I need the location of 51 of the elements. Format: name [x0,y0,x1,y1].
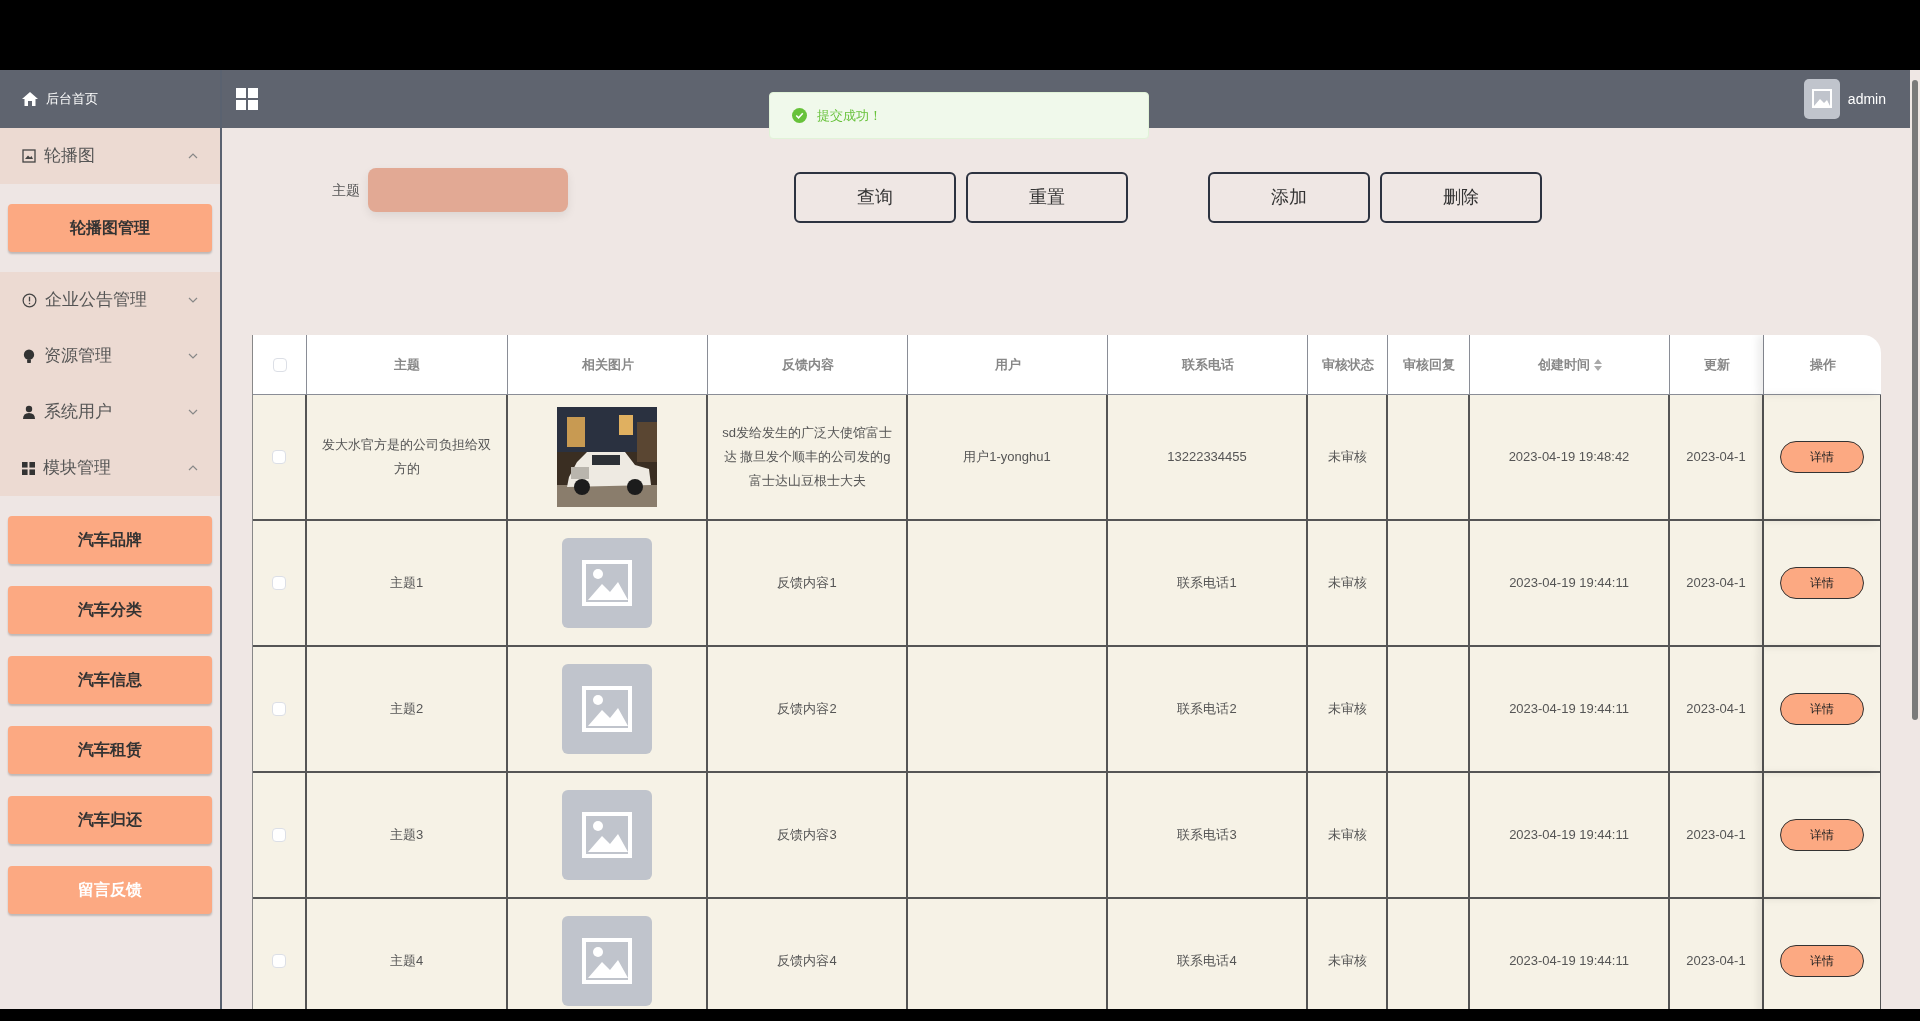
image-placeholder-icon [562,790,652,880]
action-button[interactable]: 查询 [794,172,956,223]
menu-item[interactable]: 企业公告管理 [0,272,220,328]
submenu-item[interactable]: 汽车租赁 [8,726,212,774]
home-link[interactable]: 后台首页 [0,70,220,128]
image-placeholder-icon [562,916,652,1006]
menu-item[interactable]: 系统用户 [0,384,220,440]
success-icon [792,108,807,123]
submenu-item[interactable]: 汽车信息 [8,656,212,704]
user-icon [22,405,36,419]
menu-item[interactable]: 轮播图 [0,128,220,184]
details-button[interactable]: 详情 [1780,945,1864,977]
submenu-item[interactable]: 轮播图管理 [8,204,212,252]
image-icon [22,149,36,163]
info-icon [22,292,37,308]
action-button[interactable]: 删除 [1380,172,1542,223]
action-button[interactable]: 添加 [1208,172,1370,223]
bulb-icon [22,348,36,364]
menu-icon[interactable] [236,88,258,110]
action-button[interactable]: 重置 [966,172,1128,223]
checkbox[interactable] [272,828,286,842]
chevron-down-icon [188,297,198,303]
checkbox[interactable] [272,450,286,464]
chevron-down-icon [188,409,198,415]
toast-message: 提交成功！ [817,106,882,125]
chevron-down-icon [188,353,198,359]
home-icon [22,92,38,106]
sort-icon[interactable] [1593,358,1602,371]
chevron-up-icon [188,153,198,159]
username: admin [1847,89,1886,109]
grid-icon [22,461,35,475]
details-button[interactable]: 详情 [1780,567,1864,599]
submenu-item[interactable]: 汽车品牌 [8,516,212,564]
checkbox[interactable] [272,702,286,716]
menu-item[interactable]: 资源管理 [0,328,220,384]
details-button[interactable]: 详情 [1780,441,1864,473]
submenu-item[interactable]: 汽车分类 [8,586,212,634]
details-button[interactable]: 详情 [1780,819,1864,851]
image-placeholder-icon [562,538,652,628]
submenu-item[interactable]: 汽车归还 [8,796,212,844]
image-placeholder-icon [562,664,652,754]
chevron-up-icon [188,465,198,471]
checkbox[interactable] [272,576,286,590]
details-button[interactable]: 详情 [1780,693,1864,725]
checkbox[interactable] [272,357,287,372]
avatar-icon[interactable] [1803,79,1840,119]
field-label: 主题 [332,180,360,200]
search-field[interactable] [368,168,568,212]
checkbox[interactable] [272,954,286,968]
scrollbar-thumb[interactable] [1912,80,1918,720]
menu-item[interactable]: 模块管理 [0,440,220,496]
